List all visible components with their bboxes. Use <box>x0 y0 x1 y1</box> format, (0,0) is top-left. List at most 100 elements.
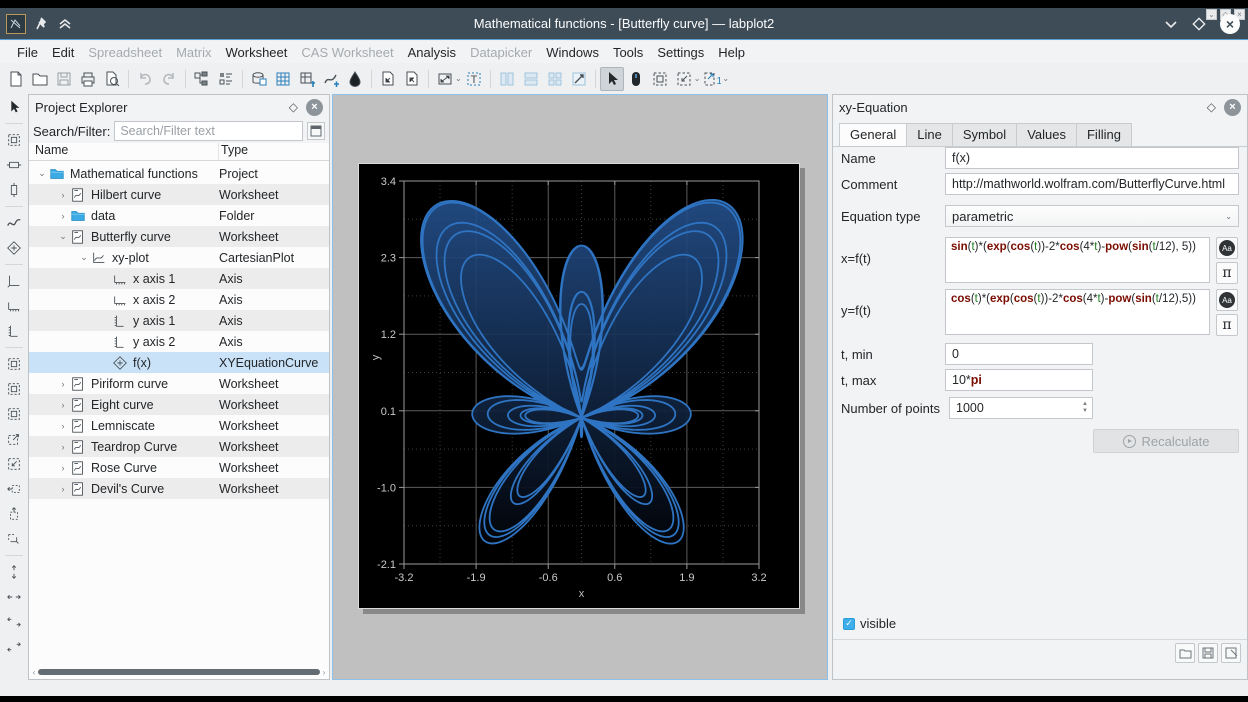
constants-icon[interactable]: Aa <box>1216 289 1238 311</box>
menu-edit[interactable]: Edit <box>45 43 81 62</box>
tree-row-xy-plot[interactable]: ⌄xy-plotCartesianPlot <box>29 247 329 268</box>
zoom-mode-button[interactable] <box>433 67 457 91</box>
tab-line[interactable]: Line <box>906 123 953 146</box>
functions-pi-icon[interactable]: π <box>1216 262 1238 284</box>
float-panel-icon[interactable]: ◇ <box>1207 100 1216 114</box>
print-button[interactable] <box>76 67 100 91</box>
new-spreadsheet-button[interactable] <box>271 67 295 91</box>
expander-icon[interactable]: › <box>56 484 70 494</box>
float-panel-icon[interactable]: ◇ <box>289 100 298 114</box>
tree-row-teardrop-curve[interactable]: ›Teardrop CurveWorksheet <box>29 436 329 457</box>
comment-field[interactable]: http://mathworld.wolfram.com/ButterflyCu… <box>945 173 1239 195</box>
select-button[interactable] <box>3 96 25 118</box>
expander-icon[interactable]: ⌄ <box>56 231 70 242</box>
zoom-y-select-button[interactable] <box>3 179 25 201</box>
explorer-horizontal-scrollbar[interactable]: ‹› <box>30 666 328 678</box>
auto-scale-2-button[interactable] <box>3 611 25 633</box>
functions-pi-icon[interactable]: π <box>1216 314 1238 336</box>
tree-row-data[interactable]: ›dataFolder <box>29 205 329 226</box>
tree-row-f-x-[interactable]: f(x)XYEquationCurve <box>29 352 329 373</box>
zoom-origin-button[interactable] <box>3 403 25 425</box>
tree-row-mathematical-functions[interactable]: ⌄Mathematical functionsProject <box>29 163 329 184</box>
tree-row-rose-curve[interactable]: ›Rose CurveWorksheet <box>29 457 329 478</box>
shift-down-y-button[interactable] <box>3 528 25 550</box>
expander-icon[interactable]: › <box>56 442 70 452</box>
expander-icon[interactable]: › <box>56 211 70 221</box>
add-axis-button[interactable] <box>3 270 25 292</box>
points-spinner[interactable]: 1000 ▲▼ <box>949 397 1093 419</box>
menu-file[interactable]: File <box>10 43 45 62</box>
new-worksheet-button[interactable] <box>319 67 343 91</box>
search-input[interactable] <box>114 121 303 141</box>
add-y-axis-button[interactable] <box>3 320 25 342</box>
break-layout-button[interactable] <box>567 67 591 91</box>
new-project-button[interactable] <box>4 67 28 91</box>
tree-row-piriform-curve[interactable]: ›Piriform curveWorksheet <box>29 373 329 394</box>
expander-icon[interactable]: ⌄ <box>35 168 49 179</box>
grid-layout-button[interactable] <box>543 67 567 91</box>
shift-up-y-button[interactable] <box>3 503 25 525</box>
equation-type-select[interactable]: parametric⌄ <box>945 205 1239 227</box>
new-workbook-button[interactable] <box>247 67 271 91</box>
menu-tools[interactable]: Tools <box>606 43 650 62</box>
column-header-type[interactable]: Type <box>219 143 329 160</box>
new-matrix-button[interactable] <box>295 67 319 91</box>
close-panel-icon[interactable]: × <box>1224 99 1241 116</box>
tree-row-y-axis-2[interactable]: y axis 2Axis <box>29 331 329 352</box>
vertical-layout-button[interactable] <box>495 67 519 91</box>
export-button[interactable] <box>400 67 424 91</box>
tab-symbol[interactable]: Symbol <box>952 123 1017 146</box>
tab-values[interactable]: Values <box>1016 123 1077 146</box>
worksheet-page[interactable]: -3.2-1.9-0.60.61.93.23.42.31.20.1-1.0-2.… <box>358 163 800 609</box>
tab-filling[interactable]: Filling <box>1076 123 1132 146</box>
menu-settings[interactable]: Settings <box>650 43 711 62</box>
zoom-x-select-button[interactable] <box>3 154 25 176</box>
save-project-button[interactable] <box>52 67 76 91</box>
redo-button[interactable] <box>157 67 181 91</box>
add-equation-curve-button[interactable] <box>3 237 25 259</box>
navigate-mode-button[interactable] <box>624 67 648 91</box>
visible-checkbox[interactable]: ✓ <box>843 618 855 630</box>
save-template-icon[interactable] <box>1198 643 1218 663</box>
zoom-fit-mode-button[interactable] <box>672 67 696 91</box>
zoom-fit-selection-button[interactable] <box>3 453 25 475</box>
zoom-select-mode-button[interactable] <box>648 67 672 91</box>
magnification-button[interactable]: 1 <box>700 67 724 91</box>
close-panel-icon[interactable]: × <box>306 99 323 116</box>
print-preview-button[interactable] <box>100 67 124 91</box>
expander-icon[interactable]: ⌄ <box>77 252 91 263</box>
filter-options-icon[interactable] <box>307 122 325 140</box>
horizontal-layout-button[interactable] <box>519 67 543 91</box>
minimize-icon[interactable] <box>1164 19 1178 29</box>
tree-row-x-axis-2[interactable]: x axis 2Axis <box>29 289 329 310</box>
tree-row-eight-curve[interactable]: ›Eight curveWorksheet <box>29 394 329 415</box>
expander-icon[interactable]: › <box>56 400 70 410</box>
tree-row-devil-s-curve[interactable]: ›Devil's CurveWorksheet <box>29 478 329 499</box>
name-field[interactable]: f(x) <box>945 147 1239 169</box>
auto-scale-y-button[interactable] <box>3 561 25 583</box>
recalculate-button[interactable]: Recalculate <box>1093 429 1239 453</box>
auto-scale-3-button[interactable] <box>3 636 25 658</box>
maximize-icon[interactable] <box>1192 17 1206 31</box>
zoom-select-button[interactable] <box>3 129 25 151</box>
expander-icon[interactable]: › <box>56 421 70 431</box>
load-template-icon[interactable] <box>1175 643 1195 663</box>
new-datapicker-button[interactable] <box>343 67 367 91</box>
zoom-out-button[interactable] <box>3 378 25 400</box>
add-x-axis-button[interactable] <box>3 295 25 317</box>
tmin-field[interactable]: 0 <box>945 343 1093 365</box>
import-data-button[interactable] <box>376 67 400 91</box>
pin-icon[interactable] <box>36 17 48 31</box>
tree-row-butterfly-curve[interactable]: ⌄Butterfly curveWorksheet <box>29 226 329 247</box>
shade-window-icon[interactable] <box>58 18 72 30</box>
menu-windows[interactable]: Windows <box>539 43 606 62</box>
menu-analysis[interactable]: Analysis <box>401 43 463 62</box>
undo-button[interactable] <box>133 67 157 91</box>
menu-help[interactable]: Help <box>711 43 752 62</box>
constants-icon[interactable]: Aa <box>1216 237 1238 259</box>
add-text-label-button[interactable]: T <box>462 67 486 91</box>
close-icon[interactable]: × <box>1220 14 1240 34</box>
add-xy-curve-button[interactable] <box>3 212 25 234</box>
tree-row-lemniscate[interactable]: ›LemniscateWorksheet <box>29 415 329 436</box>
save-as-default-icon[interactable] <box>1221 643 1241 663</box>
